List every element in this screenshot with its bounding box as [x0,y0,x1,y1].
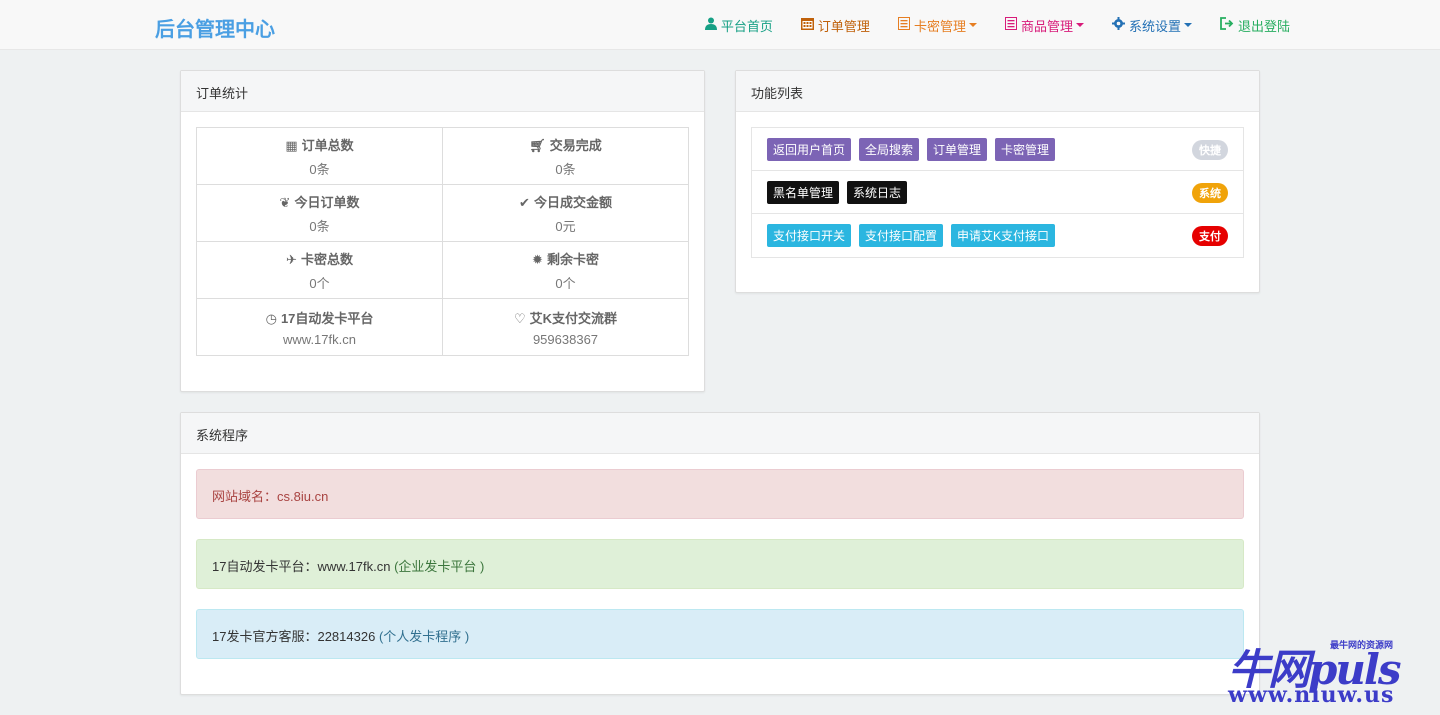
stat-cell-today-amount: ✔ 今日成交金额 0元 [442,184,689,242]
alert-note: (企业发卡平台 ) [394,559,485,574]
stat-value: 0条 [309,218,330,234]
function-row-shortcut: 返回用户首页 全局搜索 订单管理 卡密管理 快捷 [752,128,1243,171]
system-program-panel: 系统程序 网站域名：cs.8iu.cn 17自动发卡平台：www.17fk.cn… [180,412,1260,695]
stat-label: 剩余卡密 [546,251,599,267]
alert-label: 17自动发卡平台： [212,559,318,574]
tag-payment-config[interactable]: 支付接口配置 [859,224,944,247]
stat-cell-card-remaining: ✹ 剩余卡密 0个 [442,241,689,299]
list-icon [897,17,910,33]
alert-label: 网站域名： [212,489,278,504]
alert-support: 17发卡官方客服：22814326 (个人发卡程序 ) [196,609,1244,659]
badge-payment: 支付 [1192,226,1228,246]
alert-value[interactable]: cs.8iu.cn [277,489,328,504]
function-list: 返回用户首页 全局搜索 订单管理 卡密管理 快捷 黑名单管理 系统日志 系统 支… [751,127,1244,258]
cart-icon: 🛒︎ [529,137,546,153]
stat-cell-card-total: ✈ 卡密总数 0个 [196,241,443,299]
tag-system-log[interactable]: 系统日志 [847,180,908,204]
stat-value: 0个 [555,275,576,291]
tag-global-search[interactable]: 全局搜索 [859,137,920,161]
stat-value[interactable]: www.17fk.cn [197,332,442,347]
nav-orders[interactable]: 订单管理 [800,16,870,35]
stat-label: 艾K支付交流群 [529,310,618,326]
caret-down-icon [1075,23,1084,27]
stat-cell-today-orders: ❦ 今日订单数 0条 [196,184,443,242]
tag-blacklist[interactable]: 黑名单管理 [767,180,840,204]
list-alt-icon [1004,17,1017,33]
alert-note: (个人发卡程序 ) [378,629,470,644]
alert-label: 17发卡官方客服： [212,629,318,644]
caret-down-icon [968,23,977,27]
certificate-icon: ✹ [532,251,543,267]
stat-value: 0个 [309,275,330,291]
calendar-icon [800,17,814,33]
watermark-logo: 牛网puls 最牛网的资源网 www.niuw.us [1228,636,1428,711]
nav-logout[interactable]: 退出登陆 [1220,16,1290,35]
nav-home[interactable]: 平台首页 [704,16,773,35]
badge-shortcut: 快捷 [1192,140,1228,160]
stat-label: 订单总数 [301,137,354,153]
stat-cell-group: ♡ 艾K支付交流群 959638367 [442,298,689,356]
stat-value: 0元 [555,218,576,234]
panel-title: 功能列表 [736,71,1259,112]
plane-icon: ✈ [286,251,297,267]
alert-value[interactable]: www.17fk.cn [317,559,390,574]
nav-settings[interactable]: 系统设置 [1111,16,1192,35]
nav-label: 卡密管理 [913,18,966,34]
panel-title: 系统程序 [181,413,1259,454]
function-list-panel: 功能列表 返回用户首页 全局搜索 订单管理 卡密管理 快捷 黑名单管理 系统日志… [735,70,1260,293]
dashboard-icon: ◷ [265,310,277,326]
tag-apply-payment[interactable]: 申请艾K支付接口 [951,224,1056,247]
top-navbar: 后台管理中心 平台首页 订单管理 卡密管理 商品管理 系统设置 退出登陆 [0,0,1440,50]
main-nav: 平台首页 订单管理 卡密管理 商品管理 系统设置 退出登陆 [677,0,1290,50]
check-icon: ✔ [519,194,530,210]
watermark-url: www.niuw.us [1228,682,1395,708]
tag-card-manage[interactable]: 卡密管理 [995,137,1056,161]
nav-label: 订单管理 [817,18,870,34]
order-stats-table: ▦ 订单总数 0条 🛒︎ 交易完成 0条 ❦ 今日订单数 0条 ✔ 今日成交金额 0元 … [196,127,689,356]
alert-domain: 网站域名：cs.8iu.cn [196,469,1244,519]
logout-icon [1220,17,1234,33]
panel-title: 订单统计 [181,71,704,112]
tag-payment-switch[interactable]: 支付接口开关 [767,224,852,247]
nav-cards[interactable]: 卡密管理 [897,16,977,35]
heart-icon: ♡ [513,310,526,326]
stat-label: 今日订单数 [294,194,360,210]
stat-label: 17自动发卡平台 [280,310,374,326]
brand-title[interactable]: 后台管理中心 [155,13,275,42]
caret-down-icon [1183,23,1192,27]
badge-system: 系统 [1192,183,1228,203]
stat-cell-platform: ◷ 17自动发卡平台 www.17fk.cn [196,298,443,356]
leaf-icon: ❦ [279,194,291,210]
nav-label: 平台首页 [720,18,773,34]
function-row-system: 黑名单管理 系统日志 系统 [752,171,1243,214]
stat-value: 0条 [309,161,330,177]
alert-value: 22814326 [317,629,376,644]
watermark-subtitle: 最牛网的资源网 [1330,640,1394,650]
order-stats-panel: 订单统计 ▦ 订单总数 0条 🛒︎ 交易完成 0条 ❦ 今日订单数 0条 ✔ 今日成交金… [180,70,705,392]
nav-label: 退出登陆 [1237,18,1290,34]
nav-label: 商品管理 [1020,18,1073,34]
stat-value: 0条 [555,161,576,177]
grid-icon: ▦ [285,137,298,153]
stat-label: 交易完成 [549,137,602,153]
stat-cell-total-orders: ▦ 订单总数 0条 [196,127,443,185]
gear-icon [1111,17,1125,33]
nav-products[interactable]: 商品管理 [1004,16,1084,35]
stat-label: 卡密总数 [300,251,353,267]
tag-user-home[interactable]: 返回用户首页 [767,137,852,161]
alert-platform: 17自动发卡平台：www.17fk.cn (企业发卡平台 ) [196,539,1244,589]
stat-cell-completed: 🛒︎ 交易完成 0条 [442,127,689,185]
user-icon [704,17,717,33]
nav-label: 系统设置 [1128,18,1181,34]
tag-order-manage[interactable]: 订单管理 [927,137,988,161]
function-row-payment: 支付接口开关 支付接口配置 申请艾K支付接口 支付 [752,214,1243,257]
stat-label: 今日成交金额 [533,194,612,210]
stat-value: 959638367 [532,331,599,347]
